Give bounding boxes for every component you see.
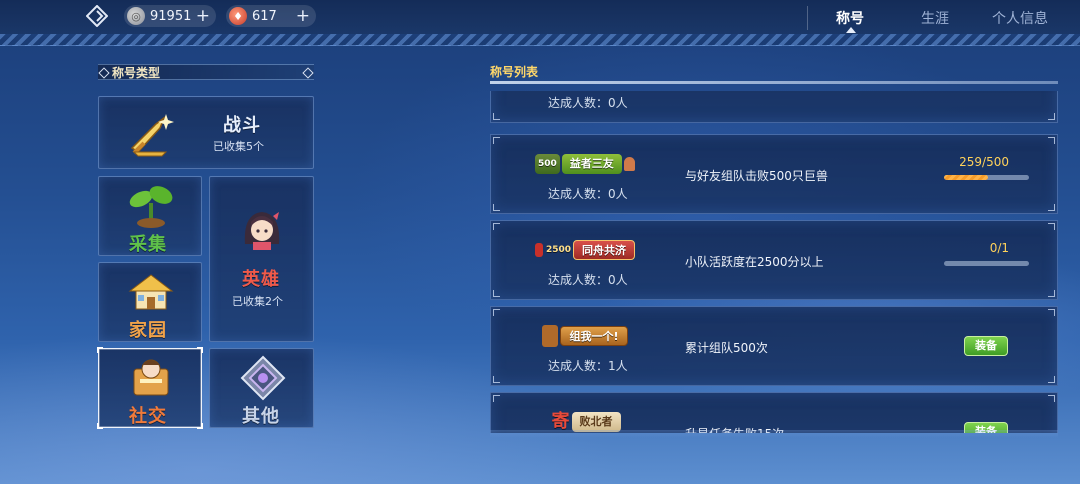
add-crystal-button[interactable]: + (296, 5, 310, 27)
title-badge: 组我一个! (535, 323, 635, 349)
category-section-title: 称号类型 (98, 64, 314, 80)
title-list-title: 称号列表 (490, 65, 539, 79)
title-list-underline (490, 81, 1058, 84)
nav-divider (807, 6, 808, 30)
sign-icon (542, 325, 559, 347)
progress-text: 259/500 (959, 155, 1009, 169)
title-badge: 2500 同舟共济 (535, 237, 635, 263)
row-corner (1048, 309, 1055, 316)
diamond-logo-icon[interactable] (85, 4, 109, 28)
badge-tag: 500 (535, 154, 560, 174)
badge-label: 同舟共济 (573, 240, 635, 260)
category-other-label: 其他 (242, 406, 280, 427)
mushroom-icon (623, 157, 635, 171)
title-description: 与好友组队击败500只巨兽 (685, 169, 828, 183)
category-battle-label: 战斗 (223, 115, 261, 136)
red-crystal-icon: ♦ (229, 7, 247, 25)
row-corner (493, 376, 500, 383)
row-corner (493, 137, 500, 144)
sword-icon (123, 107, 179, 159)
title-row[interactable]: 500 益者三友 达成人数：0人 与好友组队击败500只巨兽 259/500 (490, 134, 1058, 214)
category-battle[interactable]: 战斗 已收集5个 (98, 96, 314, 169)
dragon-icon (535, 243, 543, 257)
row-corner (1048, 290, 1055, 297)
row-corner (493, 290, 500, 297)
crystal-currency: ♦ 617 + (226, 5, 316, 27)
title-row[interactable]: 组我一个! 达成人数：1人 累计组队500次 装备 (490, 306, 1058, 386)
category-gather[interactable]: 采集 (98, 176, 202, 256)
category-hero-label: 英雄 (242, 269, 280, 290)
category-gather-label: 采集 (129, 234, 167, 255)
selection-corner (97, 347, 103, 353)
badge-tag: 寄 (551, 411, 570, 432)
achieved-count: 达成人数：1人 (548, 359, 628, 373)
progress-bar (944, 175, 1029, 180)
title-list-header: 称号列表 (490, 64, 1058, 84)
silver-coin-icon: ◎ (127, 7, 145, 25)
row-corner (493, 204, 500, 211)
active-tab-caret-icon (846, 27, 856, 33)
crystal-currency-value: 617 (252, 8, 277, 24)
row-corner (493, 223, 500, 230)
achieved-count: 达成人数：0人 (548, 96, 628, 110)
row-corner (1048, 204, 1055, 211)
selection-corner (97, 423, 103, 429)
row-corner (493, 113, 500, 120)
row-corner (1048, 376, 1055, 383)
hero-portrait-icon (236, 203, 288, 255)
badge-label: 益者三友 (561, 154, 622, 174)
row-corner (1048, 137, 1055, 144)
other-gem-icon (237, 355, 289, 401)
house-icon (125, 269, 177, 315)
row-corner (1048, 113, 1055, 120)
row-corner (493, 309, 500, 316)
selection-corner (197, 423, 203, 429)
decorative-border (0, 34, 1080, 46)
progress-text: 0/1 (989, 241, 1009, 255)
category-hero[interactable]: 英雄 已收集2个 (209, 176, 314, 342)
progress-bar (944, 261, 1029, 266)
category-other[interactable]: 其他 (209, 348, 314, 428)
title-badge: 500 益者三友 (535, 151, 635, 177)
tab-title[interactable]: 称号 (836, 8, 864, 28)
equip-button[interactable]: 装备 (964, 336, 1008, 356)
title-description: 累计组队500次 (685, 341, 768, 355)
category-social[interactable]: 社交 (97, 347, 203, 429)
sprout-icon (125, 183, 177, 229)
title-list[interactable]: 达成人数：0人 500 益者三友 达成人数：0人 与好友组队击败500只巨兽 2… (490, 91, 1058, 433)
category-hero-count: 已收集2个 (232, 295, 283, 308)
list-scroll-fade (490, 430, 1058, 438)
progress-fill (944, 175, 989, 180)
selection-corner (197, 347, 203, 353)
silver-currency-value: 91951 (150, 8, 192, 24)
category-battle-count: 已收集5个 (213, 140, 264, 153)
title-description: 小队活跃度在2500分以上 (685, 255, 824, 269)
category-home[interactable]: 家园 (98, 262, 202, 342)
add-silver-button[interactable]: + (196, 5, 210, 27)
badge-label: 组我一个! (560, 326, 628, 346)
social-icon (125, 355, 177, 401)
title-row[interactable]: 达成人数：0人 (490, 91, 1058, 123)
silver-currency: ◎ 91951 + (124, 5, 216, 27)
tab-profile[interactable]: 个人信息 (992, 8, 1048, 28)
badge-tag: 2500 (545, 245, 571, 255)
row-corner (1048, 395, 1055, 402)
top-bar: ◎ 91951 + ♦ 617 + 称号 生涯 个人信息 (0, 0, 1080, 34)
category-home-label: 家园 (129, 320, 167, 341)
tab-career[interactable]: 生涯 (921, 8, 949, 28)
row-corner (1048, 223, 1055, 230)
row-corner (493, 395, 500, 402)
category-social-label: 社交 (129, 406, 167, 427)
achieved-count: 达成人数：0人 (548, 187, 628, 201)
badge-label: 败北者 (571, 412, 621, 432)
title-row[interactable]: 2500 同舟共济 达成人数：0人 小队活跃度在2500分以上 0/1 (490, 220, 1058, 300)
achieved-count: 达成人数：0人 (548, 273, 628, 287)
title-row[interactable]: 寄 败北者 升星任务失败15次 装备 (490, 392, 1058, 433)
